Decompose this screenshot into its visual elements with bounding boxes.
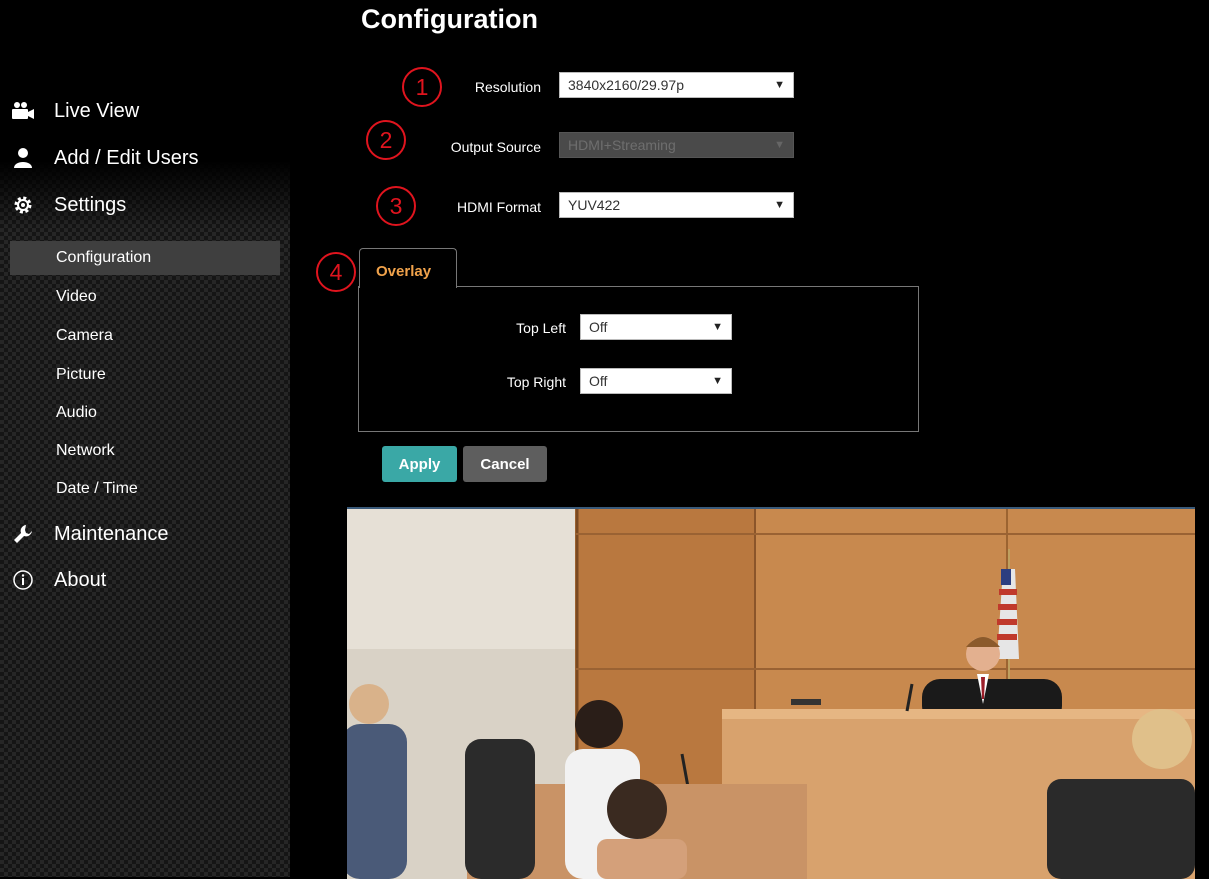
tab-overlay[interactable]: Overlay [359, 248, 457, 288]
sidebar-item-label: Video [56, 288, 97, 305]
sidebar-item-label: Network [56, 442, 115, 459]
nav-live-view-label: Live View [54, 99, 140, 122]
nav-maintenance-label: Maintenance [54, 522, 169, 545]
annotation-marker-1: 1 [402, 67, 442, 107]
sidebar-item-date-time[interactable]: Date / Time [10, 472, 280, 506]
nav-add-edit-users-label: Add / Edit Users [54, 146, 199, 169]
cancel-button[interactable]: Cancel [463, 446, 547, 482]
nav-settings[interactable]: Settings [10, 192, 126, 218]
nav-about[interactable]: About [10, 567, 106, 593]
nav-about-label: About [54, 568, 107, 591]
resolution-select[interactable]: 3840x2160/29.97p ▼ [559, 72, 794, 98]
sidebar-item-label: Date / Time [56, 480, 138, 497]
annotation-marker-4: 4 [316, 252, 356, 292]
user-icon [10, 145, 36, 171]
top-left-select[interactable]: Off ▼ [580, 314, 732, 340]
gear-icon [10, 192, 36, 218]
sidebar: Live View Add / Edit Users Settings Conf… [0, 0, 290, 877]
annotation-marker-3: 3 [376, 186, 416, 226]
hdmi-format-label: HDMI Format [457, 199, 541, 215]
overlay-panel [358, 286, 919, 432]
sidebar-item-label: Camera [56, 327, 113, 344]
sidebar-item-network[interactable]: Network [10, 434, 280, 468]
page-title: Configuration [361, 4, 538, 34]
sidebar-item-label: Configuration [56, 249, 152, 266]
sidebar-item-picture[interactable]: Picture [10, 358, 280, 392]
chevron-down-icon: ▼ [712, 321, 723, 333]
chevron-down-icon: ▼ [774, 79, 785, 91]
hdmi-format-select[interactable]: YUV422 ▼ [559, 192, 794, 218]
tab-overlay-label: Overlay [376, 263, 432, 280]
info-icon [10, 567, 36, 593]
sidebar-item-camera[interactable]: Camera [10, 319, 280, 353]
resolution-value: 3840x2160/29.97p [568, 77, 684, 93]
wrench-icon [10, 521, 36, 547]
sidebar-item-video[interactable]: Video [10, 280, 280, 314]
sidebar-item-label: Picture [56, 366, 106, 383]
video-preview [347, 507, 1195, 879]
chevron-down-icon: ▼ [712, 375, 723, 387]
nav-live-view[interactable]: Live View [10, 98, 139, 124]
sidebar-item-audio[interactable]: Audio [10, 396, 280, 430]
output-source-select: HDMI+Streaming ▼ [559, 132, 794, 158]
output-source-value: HDMI+Streaming [568, 137, 676, 153]
top-right-label: Top Right [506, 374, 566, 390]
top-left-value: Off [589, 319, 608, 335]
top-right-value: Off [589, 373, 608, 389]
resolution-label: Resolution [474, 79, 541, 95]
output-source-label: Output Source [450, 139, 541, 155]
apply-button[interactable]: Apply [382, 446, 457, 482]
top-right-select[interactable]: Off ▼ [580, 368, 732, 394]
sidebar-item-configuration[interactable]: Configuration [10, 241, 280, 275]
nav-settings-label: Settings [54, 193, 127, 216]
nav-add-edit-users[interactable]: Add / Edit Users [10, 145, 199, 171]
chevron-down-icon: ▼ [774, 199, 785, 211]
camera-icon [10, 98, 36, 124]
hdmi-format-value: YUV422 [568, 197, 621, 213]
annotation-marker-2: 2 [366, 120, 406, 160]
sidebar-item-label: Audio [56, 404, 97, 421]
nav-maintenance[interactable]: Maintenance [10, 521, 169, 547]
chevron-down-icon: ▼ [774, 139, 785, 151]
courtroom-video-feed [347, 509, 1195, 879]
top-left-label: Top Left [516, 320, 566, 336]
